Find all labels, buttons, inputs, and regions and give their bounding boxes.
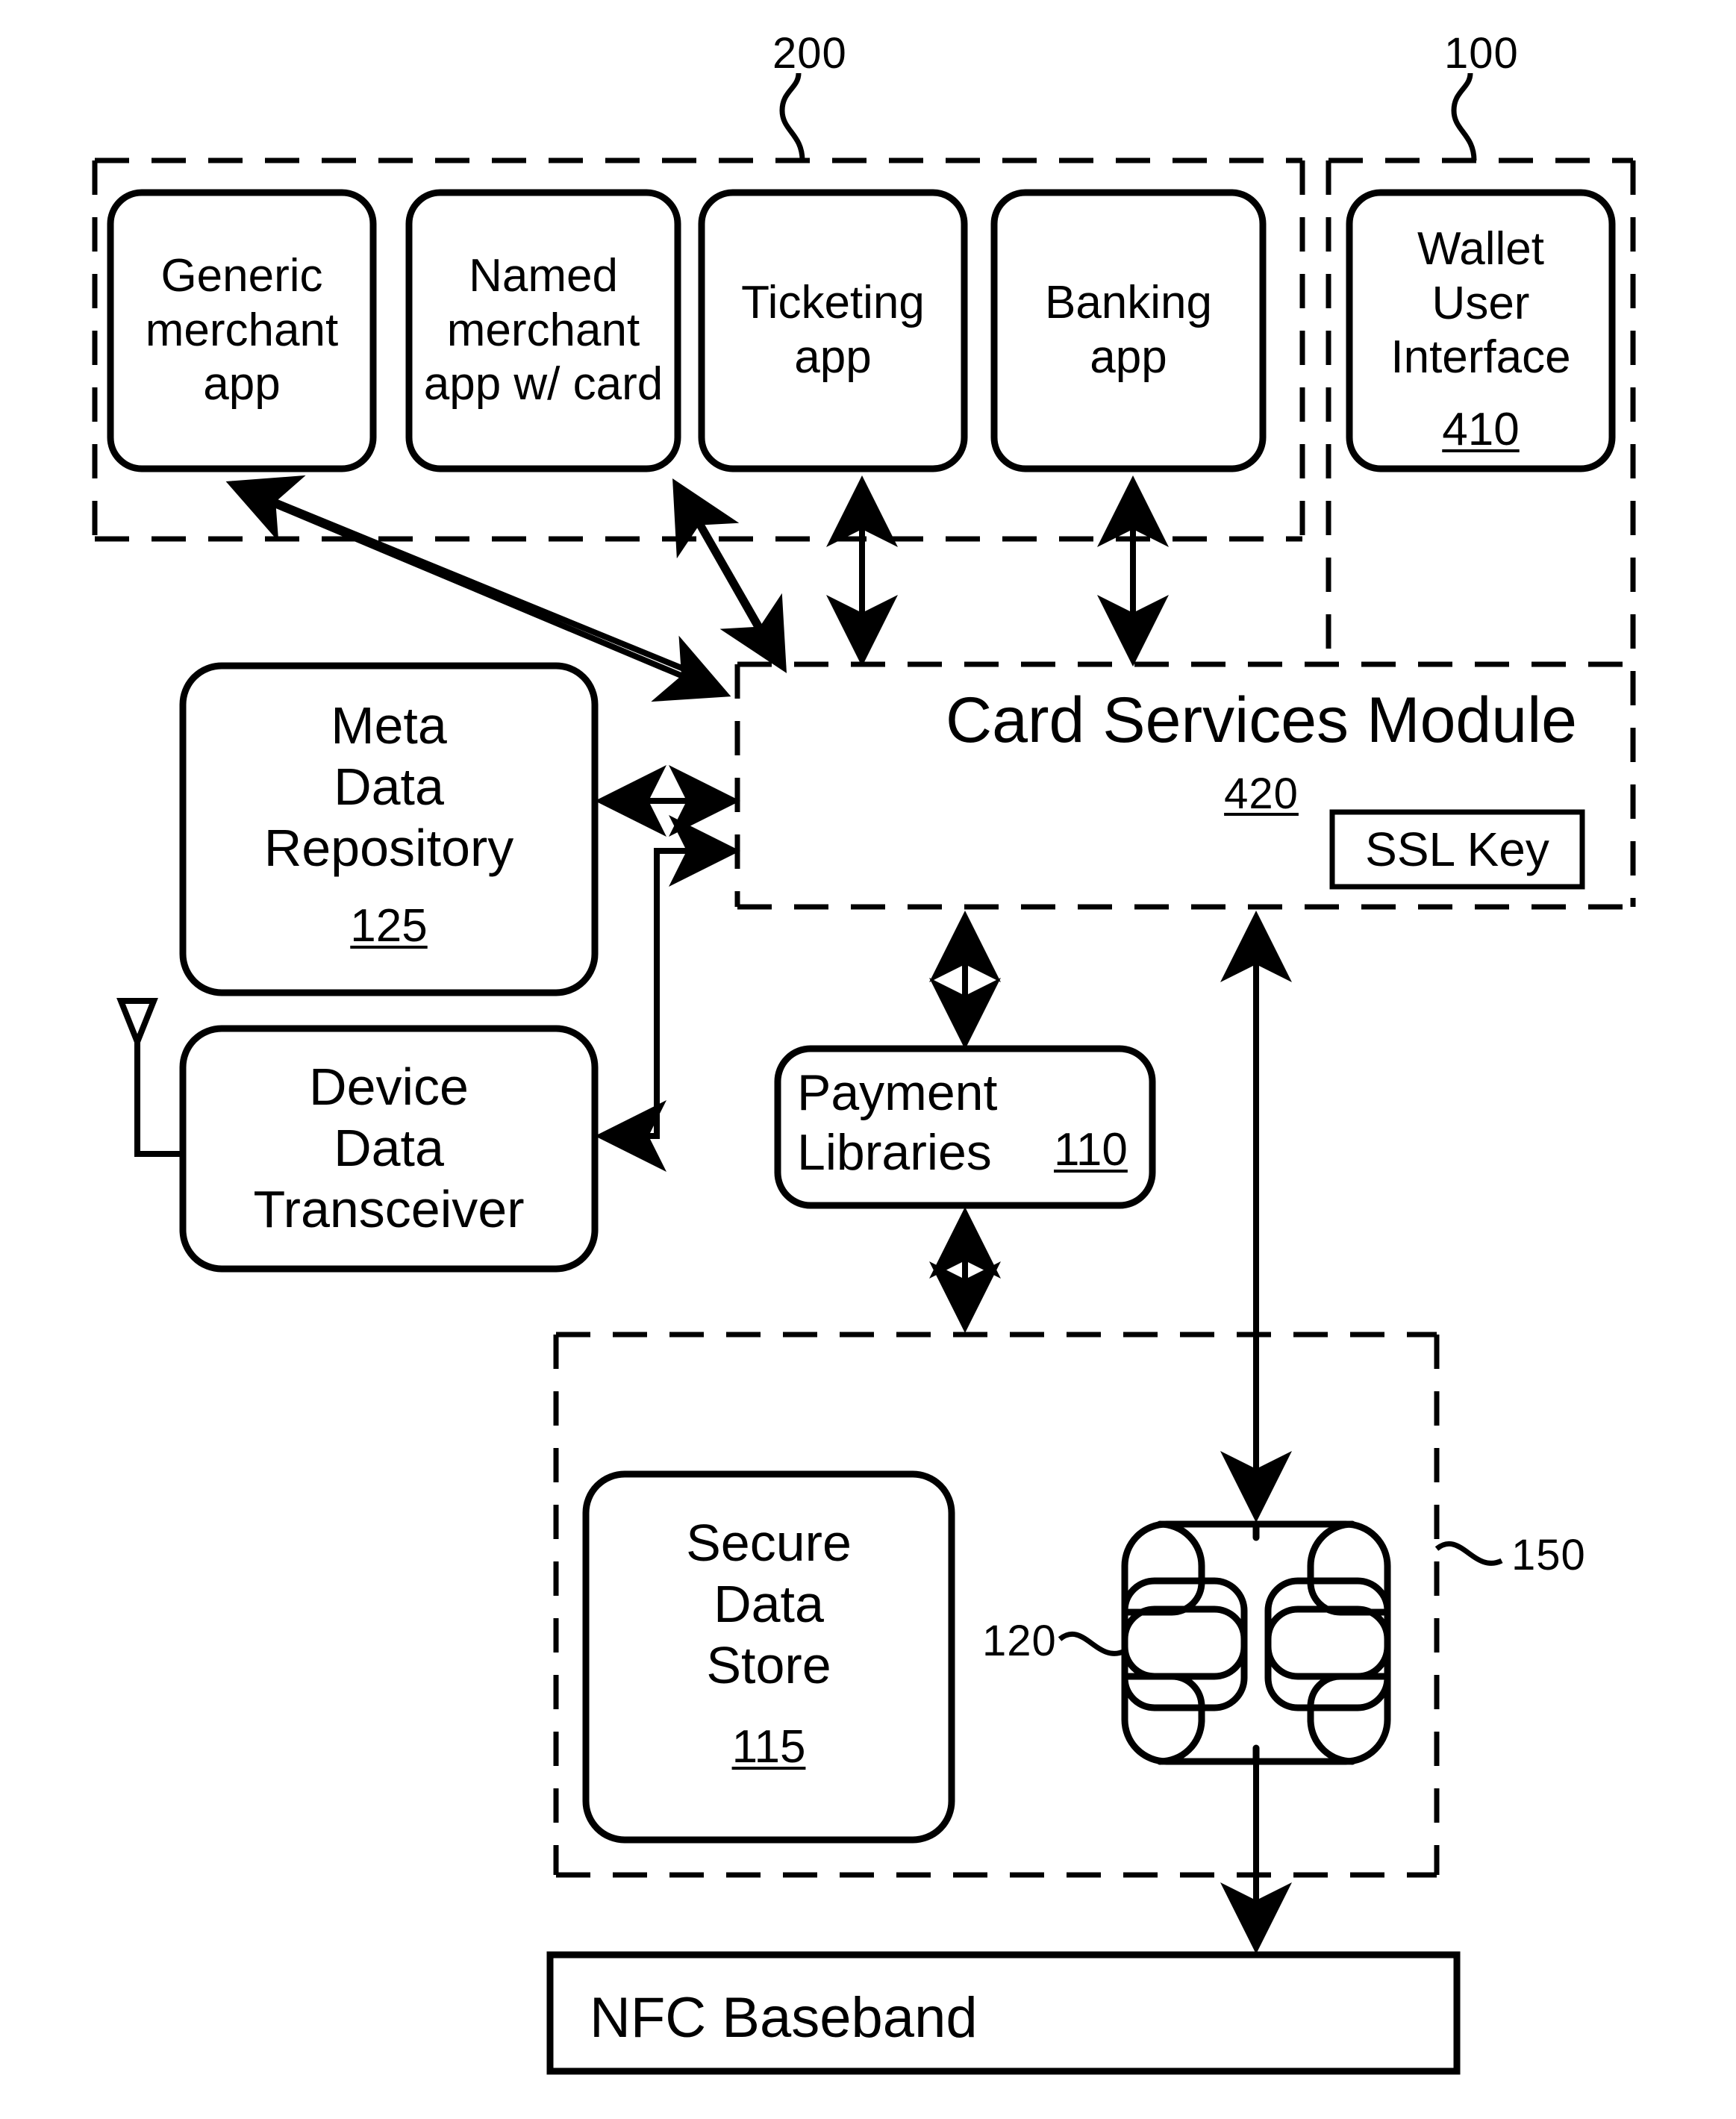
wallet-user-interface-label: Wallet User Interface xyxy=(1390,223,1571,384)
device-data-transceiver-label: Device Data Transceiver xyxy=(253,1058,525,1238)
chip-leader-line xyxy=(1058,1632,1126,1656)
ref-number-100: 100 xyxy=(1444,29,1519,78)
meta-data-repository-ref: 125 xyxy=(350,900,428,952)
secure-data-store-ref: 115 xyxy=(731,1721,806,1773)
banking-app-label: Banking app xyxy=(1044,277,1213,383)
nfc-baseband-label: NFC Baseband xyxy=(590,1986,978,2050)
arrow-transceiver-to-csm xyxy=(601,815,740,1139)
payment-libraries-ref: 110 xyxy=(1054,1124,1128,1176)
arrow-csm-to-generic-merchant-app xyxy=(225,475,711,682)
named-merchant-app-label: Named merchant app w/ card xyxy=(423,250,664,411)
diagram-canvas: 200 100 Generic merchant app Named merchant… xyxy=(0,0,1736,2119)
antenna-icon xyxy=(116,998,183,1157)
arrow-named-merchant-app-to-csm xyxy=(680,491,787,673)
ref-200-leader-line xyxy=(779,72,805,161)
secure-data-store-label: Secure Data Store xyxy=(686,1514,852,1694)
chip-ref-number: 120 xyxy=(982,1617,1057,1665)
generic-merchant-app-label: Generic merchant app xyxy=(145,250,339,411)
wallet-user-interface-ref: 410 xyxy=(1442,404,1520,455)
meta-data-repository-label: Meta Data Repository xyxy=(263,696,514,877)
ref-100-leader-line xyxy=(1451,72,1477,161)
region150-leader-line xyxy=(1434,1541,1503,1566)
card-services-module-ref: 420 xyxy=(1224,770,1299,818)
card-services-module-title: Card Services Module xyxy=(945,684,1578,756)
ticketing-app-label: Ticketing app xyxy=(741,277,925,383)
ssl-key-label: SSL Key xyxy=(1365,822,1549,876)
payment-libraries-label-line1: Payment xyxy=(797,1064,998,1121)
ref-number-200: 200 xyxy=(772,29,847,78)
arrow-csm-to-transceiver xyxy=(595,970,666,1172)
payment-libraries-label-line2: Libraries xyxy=(797,1124,992,1181)
emv-chip-icon xyxy=(1121,1520,1391,1765)
region-150-ref-number: 150 xyxy=(1511,1531,1586,1579)
